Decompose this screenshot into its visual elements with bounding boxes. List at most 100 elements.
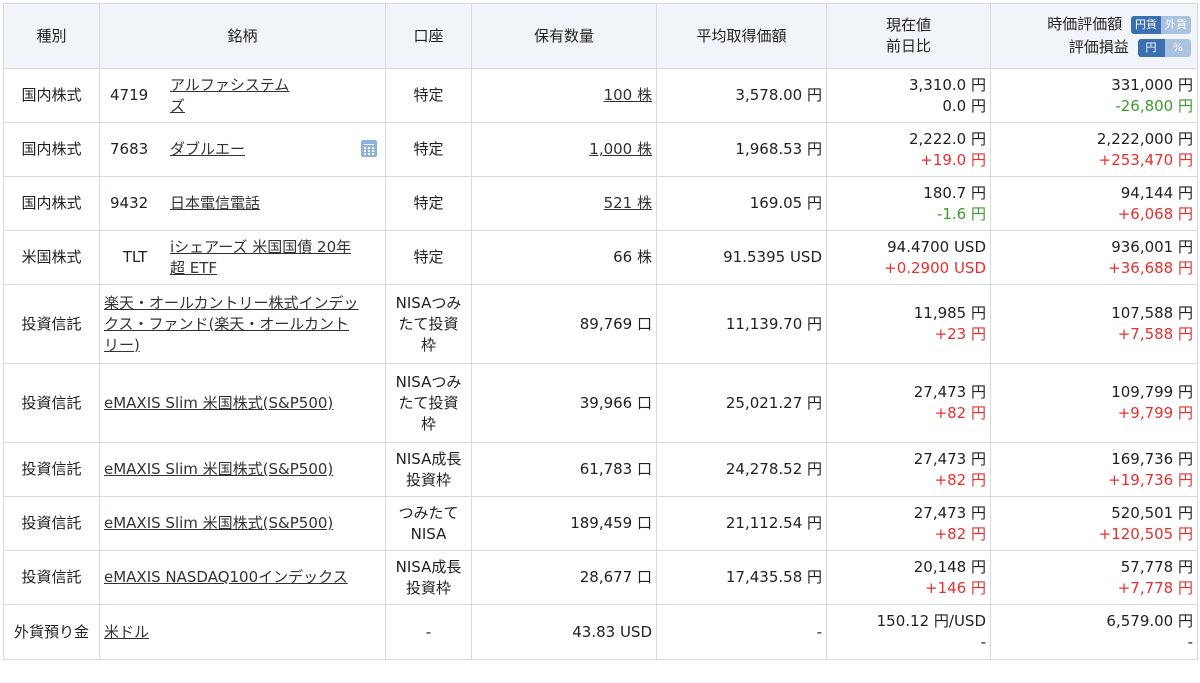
unrealized-pl: -26,800 円 (1115, 96, 1193, 115)
header-type: 種別 (3, 3, 100, 69)
header-avg-cost: 平均取得価額 (656, 3, 827, 69)
security-name-link[interactable]: 超 ETF (170, 258, 351, 279)
unrealized-pl: +120,505 円 (1098, 524, 1193, 543)
security-name-link[interactable]: 米ドル (104, 623, 149, 641)
day-change: 0.0 円 (942, 96, 986, 115)
quantity: 28,677 口 (471, 550, 657, 605)
avg-cost: 91.5395 USD (656, 230, 827, 285)
account-type: 特定 (385, 176, 472, 231)
account-type: NISAつみ たて投資枠 (385, 363, 472, 443)
security-cell: 楽天・オールカントリー株式インデッ クス・ファンド(楽天・オールカント リー) (99, 284, 386, 364)
security-cell: 7683 ダブルエー (99, 122, 386, 177)
price-cell: 94.4700 USD +0.2900 USD (826, 230, 991, 285)
quantity-link[interactable]: 1,000 株 (589, 140, 652, 158)
header-name: 銘柄 (99, 3, 386, 69)
account-line: 枠 (420, 335, 436, 354)
calendar-icon[interactable] (361, 140, 377, 157)
quantity-link[interactable]: 521 株 (604, 194, 652, 212)
security-name-link[interactable]: リー) (104, 335, 381, 356)
table-row: 国内株式 7683 ダブルエー 特定 1,000 株 1,968.53 円 2,2… (3, 122, 1198, 177)
table-row: 投資信託 eMAXIS NASDAQ100インデックス NISA成長 投資枠 28… (3, 550, 1198, 605)
holdings-table: 種別 銘柄 口座 保有数量 平均取得価額 現在値 前日比 時価評価額 円貨 外貨… (3, 3, 1198, 660)
unrealized-pl: +253,470 円 (1098, 150, 1193, 169)
account-line: NISA成長 (395, 449, 462, 468)
security-name-link[interactable]: eMAXIS Slim 米国株式(S&P500) (104, 514, 333, 532)
current-price: 27,473 円 (913, 383, 986, 401)
security-code: TLT (122, 248, 148, 266)
quantity: 66 株 (471, 230, 657, 285)
unrealized-pl: +9,799 円 (1117, 404, 1193, 422)
valuation-cell: 107,588 円 +7,588 円 (990, 284, 1198, 364)
header-value-line: 時価評価額 円貨 外貨 (995, 14, 1191, 35)
pl-unit-toggle: 円 % (1137, 38, 1191, 57)
valuation-cell: 936,001 円 +36,688 円 (990, 230, 1198, 285)
asset-type: 米国株式 (3, 230, 100, 285)
market-value: 2,222,000 円 (1096, 129, 1193, 148)
table-row: 投資信託 eMAXIS Slim 米国株式(S&P500) つみたて NISA 1… (3, 496, 1198, 551)
header-value-label: 時価評価額 (1047, 15, 1123, 33)
unrealized-pl: +36,688 円 (1108, 258, 1193, 277)
asset-type: 投資信託 (3, 363, 100, 443)
market-value: 94,144 円 (1120, 183, 1193, 202)
market-value: 936,001 円 (1111, 237, 1193, 256)
table-row: 国内株式 4719 アルファシステムズ 特定 100 株 3,578.00 円 3… (3, 68, 1198, 123)
security-name-link[interactable]: ダブルエー (170, 140, 245, 158)
toggle-yen[interactable]: 円 (1137, 38, 1165, 57)
price-cell: 20,148 円 +146 円 (826, 550, 991, 605)
account-line: 枠 (420, 414, 436, 433)
current-price: 180.7 円 (923, 183, 986, 202)
valuation-cell: 169,736 円 +19,736 円 (990, 442, 1198, 497)
toggle-fx[interactable]: 外貨 (1161, 15, 1191, 34)
toggle-percent[interactable]: % (1164, 38, 1191, 57)
account-type: NISA成長 投資枠 (385, 550, 472, 605)
asset-type: 投資信託 (3, 550, 100, 605)
avg-cost: 11,139.70 円 (656, 284, 827, 364)
security-cell: 米ドル (99, 604, 386, 660)
security-name-link[interactable]: iシェアーズ 米国国債 20年 (170, 237, 351, 258)
day-change: - (980, 633, 986, 651)
price-cell: 27,473 円 +82 円 (826, 496, 991, 551)
security-name-link[interactable]: eMAXIS Slim 米国株式(S&P500) (104, 460, 333, 478)
quantity-cell: 100 株 (471, 68, 657, 123)
avg-cost: 24,278.52 円 (656, 442, 827, 497)
unrealized-pl: +19,736 円 (1108, 470, 1193, 489)
current-price: 3,310.0 円 (908, 75, 986, 94)
asset-type: 国内株式 (3, 176, 100, 231)
day-change: +146 円 (925, 578, 986, 597)
quantity: 89,769 口 (471, 284, 657, 364)
quantity-cell: 1,000 株 (471, 122, 657, 177)
account-type: - (385, 604, 472, 660)
asset-type: 投資信託 (3, 284, 100, 364)
header-price: 現在値 前日比 (826, 3, 991, 69)
unrealized-pl: +6,068 円 (1117, 204, 1193, 223)
table-row: 国内株式 9432 日本電信電話 特定 521 株 169.05 円 180.7 … (3, 176, 1198, 231)
account-type: 特定 (385, 122, 472, 177)
valuation-cell: 6,579.00 円 - (990, 604, 1198, 660)
security-name-link[interactable]: ズ (170, 96, 289, 117)
account-type: 特定 (385, 68, 472, 123)
day-change: +0.2900 USD (884, 258, 986, 277)
security-name-link[interactable]: 楽天・オールカントリー株式インデッ (104, 293, 381, 314)
table-row: 投資信託 楽天・オールカントリー株式インデッ クス・ファンド(楽天・オールカント… (3, 284, 1198, 364)
unrealized-pl: +7,778 円 (1117, 578, 1193, 597)
price-cell: 180.7 円 -1.6 円 (826, 176, 991, 231)
market-value: 107,588 円 (1111, 304, 1193, 322)
day-change: +82 円 (934, 404, 986, 422)
security-cell: eMAXIS Slim 米国株式(S&P500) (99, 496, 386, 551)
market-value: 6,579.00 円 (1106, 612, 1193, 630)
security-name-link[interactable]: アルファシステム (170, 75, 289, 96)
valuation-cell: 109,799 円 +9,799 円 (990, 363, 1198, 443)
security-code: 9432 (110, 194, 149, 212)
valuation-cell: 94,144 円 +6,068 円 (990, 176, 1198, 231)
toggle-jpy[interactable]: 円貨 (1131, 15, 1161, 34)
security-name-link[interactable]: eMAXIS Slim 米国株式(S&P500) (104, 394, 333, 412)
table-row: 米国株式 TLT iシェアーズ 米国国債 20年超 ETF 特定 66 株 91.… (3, 230, 1198, 285)
security-name-link[interactable]: eMAXIS NASDAQ100インデックス (104, 568, 348, 586)
quantity-link[interactable]: 100 株 (604, 86, 652, 104)
security-name-link[interactable]: クス・ファンド(楽天・オールカント (104, 314, 381, 335)
currency-toggle: 円貨 外貨 (1131, 15, 1191, 34)
avg-cost: 3,578.00 円 (656, 68, 827, 123)
current-price: 94.4700 USD (887, 237, 986, 256)
security-name-link[interactable]: 日本電信電話 (170, 194, 260, 212)
avg-cost: 25,021.27 円 (656, 363, 827, 443)
